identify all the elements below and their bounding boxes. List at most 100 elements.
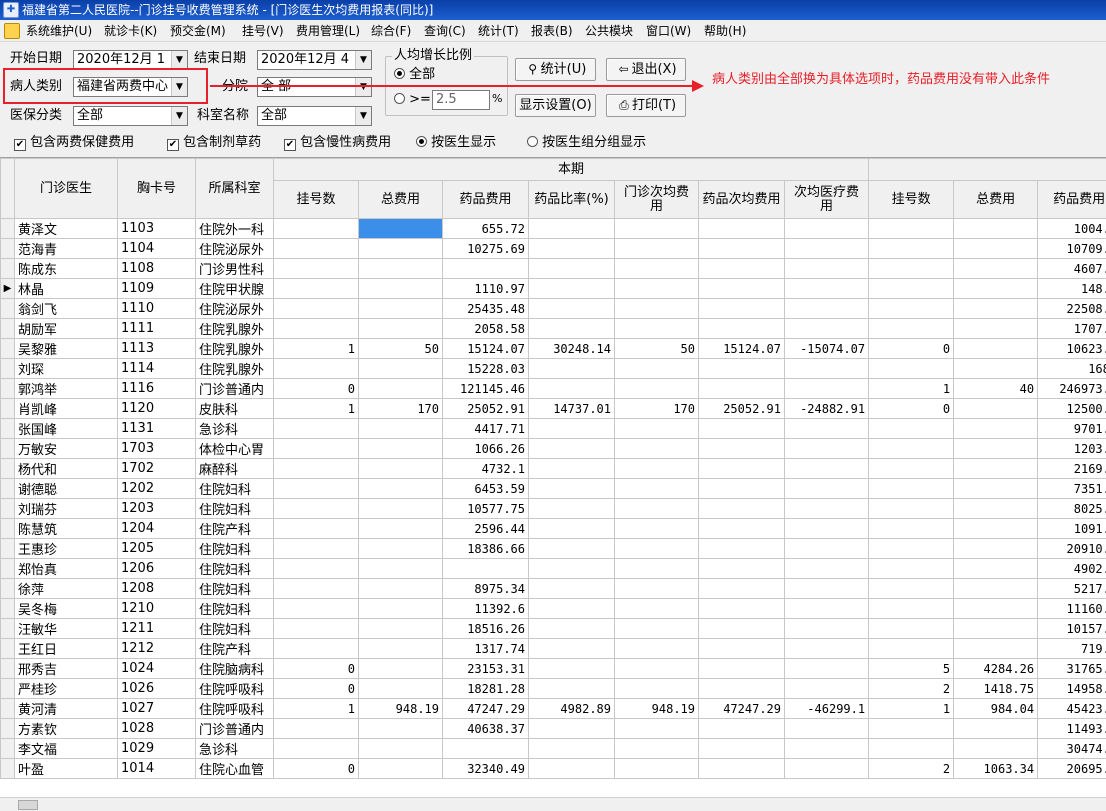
table-cell[interactable] — [273, 438, 359, 459]
table-cell[interactable]: 1027 — [117, 698, 196, 719]
display-settings-button[interactable]: 显示设置(O) — [515, 94, 596, 117]
table-cell[interactable] — [528, 278, 615, 299]
table-cell[interactable]: 15124.07 — [698, 338, 785, 359]
radio-off-icon[interactable] — [394, 93, 405, 104]
table-cell[interactable]: 1317.74 — [442, 638, 529, 659]
table-cell[interactable] — [868, 738, 955, 759]
table-cell[interactable] — [953, 598, 1039, 619]
table-cell[interactable] — [783, 278, 870, 299]
table-cell[interactable] — [868, 518, 955, 539]
table-cell[interactable] — [698, 438, 785, 459]
table-cell[interactable]: 住院产科 — [195, 638, 274, 659]
chevron-down-icon[interactable]: ▼ — [355, 107, 371, 125]
table-row[interactable]: 方素钦1028门诊普通内 40638.37 11493.3 — [0, 718, 1106, 739]
table-cell[interactable] — [783, 438, 870, 459]
table-cell[interactable] — [953, 578, 1039, 599]
menu-system[interactable]: 系统维护(U) — [26, 23, 92, 39]
table-cell[interactable] — [698, 218, 785, 239]
col-avg-medical-fee[interactable]: 次均医疗费用 — [783, 180, 870, 219]
table-cell[interactable]: 1703 — [117, 438, 196, 459]
table-cell[interactable] — [614, 678, 699, 699]
table-cell[interactable] — [783, 578, 870, 599]
table-row[interactable]: 谢德聪1202住院妇科 6453.59 7351.3 — [0, 478, 1106, 499]
table-cell[interactable] — [528, 578, 615, 599]
table-cell[interactable] — [528, 518, 615, 539]
table-cell[interactable] — [528, 438, 615, 459]
table-cell[interactable] — [614, 498, 699, 519]
table-cell[interactable]: 2058.58 — [442, 318, 529, 339]
table-cell[interactable]: 1103 — [117, 218, 196, 239]
menu-fee-mgmt[interactable]: 费用管理(L) — [296, 23, 360, 39]
radio-off-icon[interactable] — [527, 136, 538, 147]
table-cell[interactable] — [528, 358, 615, 379]
table-cell[interactable]: 2169.7 — [1037, 458, 1106, 479]
table-cell[interactable] — [614, 618, 699, 639]
table-cell[interactable]: 徐萍 — [14, 578, 118, 599]
table-cell[interactable] — [273, 738, 359, 759]
table-cell[interactable] — [868, 278, 955, 299]
menu-general[interactable]: 综合(F) — [371, 23, 411, 39]
table-cell[interactable]: 住院乳腺外 — [195, 318, 274, 339]
table-cell[interactable] — [783, 318, 870, 339]
table-cell[interactable]: 7351.3 — [1037, 478, 1106, 499]
table-cell[interactable] — [273, 498, 359, 519]
col-total-fee-prior[interactable]: 总费用 — [953, 180, 1039, 219]
table-row[interactable]: 邢秀吉1024住院脑病科0 23153.31 54284.2631765.6 — [0, 658, 1106, 679]
table-cell[interactable] — [783, 238, 870, 259]
table-cell[interactable]: 郭鸿举 — [14, 378, 118, 399]
col-drug-ratio[interactable]: 药品比率(%) — [528, 180, 615, 219]
table-cell[interactable]: 5217.3 — [1037, 578, 1106, 599]
table-cell[interactable] — [868, 218, 955, 239]
table-cell[interactable] — [358, 238, 443, 259]
table-cell[interactable] — [953, 238, 1039, 259]
table-cell[interactable] — [358, 258, 443, 279]
table-cell[interactable] — [358, 498, 443, 519]
row-indicator[interactable] — [0, 478, 15, 499]
table-cell[interactable]: 20695.1 — [1037, 758, 1106, 779]
table-cell[interactable]: 1066.26 — [442, 438, 529, 459]
table-cell[interactable]: 住院妇科 — [195, 538, 274, 559]
row-indicator[interactable] — [0, 358, 15, 379]
table-cell[interactable]: 30248.14 — [528, 338, 615, 359]
row-indicator[interactable] — [0, 638, 15, 659]
table-row[interactable]: 汪敏华1211住院妇科 18516.26 10157.8 — [0, 618, 1106, 639]
table-cell[interactable] — [358, 758, 443, 779]
table-cell[interactable] — [358, 478, 443, 499]
table-cell[interactable] — [614, 278, 699, 299]
table-cell[interactable] — [953, 618, 1039, 639]
table-cell[interactable] — [614, 298, 699, 319]
table-cell[interactable]: 1702 — [117, 458, 196, 479]
table-cell[interactable] — [273, 358, 359, 379]
table-cell[interactable] — [528, 238, 615, 259]
col-dept[interactable]: 所属科室 — [195, 158, 274, 219]
row-indicator[interactable] — [0, 698, 15, 719]
table-cell[interactable]: 246973.7 — [1037, 378, 1106, 399]
table-cell[interactable] — [358, 218, 443, 239]
table-row[interactable]: 陈成东1108门诊男性科 4607.0 — [0, 258, 1106, 279]
table-cell[interactable]: 1212 — [117, 638, 196, 659]
table-cell[interactable] — [698, 258, 785, 279]
table-cell[interactable]: 万敏安 — [14, 438, 118, 459]
row-indicator[interactable] — [0, 298, 15, 319]
table-cell[interactable] — [953, 478, 1039, 499]
table-row[interactable]: 刘琛1114住院乳腺外 15228.03 1683 — [0, 358, 1106, 379]
table-cell[interactable] — [783, 618, 870, 639]
table-cell[interactable]: 18516.26 — [442, 618, 529, 639]
table-cell[interactable]: 谢德聪 — [14, 478, 118, 499]
table-cell[interactable] — [698, 498, 785, 519]
table-cell[interactable] — [614, 658, 699, 679]
table-cell[interactable] — [783, 658, 870, 679]
table-cell[interactable]: 18386.66 — [442, 538, 529, 559]
table-cell[interactable] — [698, 578, 785, 599]
table-cell[interactable] — [358, 298, 443, 319]
table-cell[interactable] — [273, 578, 359, 599]
table-cell[interactable] — [614, 238, 699, 259]
table-cell[interactable]: 4607.0 — [1037, 258, 1106, 279]
table-cell[interactable]: 25052.91 — [442, 398, 529, 419]
table-cell[interactable] — [698, 278, 785, 299]
table-cell[interactable]: 1110.97 — [442, 278, 529, 299]
menu-common[interactable]: 公共模块 — [585, 23, 633, 39]
table-cell[interactable]: 1063.34 — [953, 758, 1039, 779]
row-indicator[interactable] — [0, 458, 15, 479]
growth-all-option[interactable]: 全部 — [394, 66, 435, 84]
